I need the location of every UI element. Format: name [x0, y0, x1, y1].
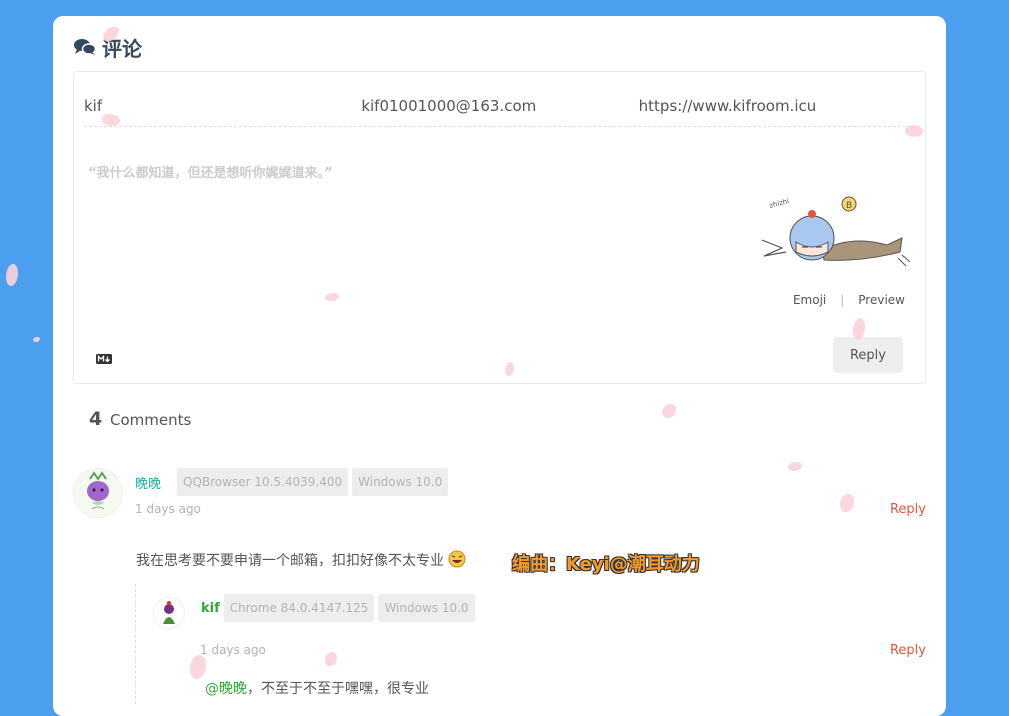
thread-divider [135, 584, 136, 704]
editor-tools: Emoji | Preview [793, 293, 905, 307]
reply-author[interactable]: kif [201, 601, 220, 616]
comment-card: 评论 B zhizhi Emoji [53, 16, 946, 716]
mascot-illustration: B zhizhi [752, 190, 912, 274]
petal-decoration [33, 337, 40, 342]
comment-text: 我在思考要不要申请一个邮箱，扣扣好像不太专业 [136, 553, 444, 569]
browser-badge: Chrome 84.0.4147.125 [223, 594, 375, 622]
identity-fields [84, 86, 916, 127]
emoji-button[interactable]: Emoji [793, 293, 826, 307]
mention-link[interactable]: @晚晚 [205, 681, 247, 697]
reply-text: ，不至于不至于嘿嘿，很专业 [247, 681, 429, 697]
preview-button[interactable]: Preview [858, 293, 905, 307]
os-badge: Windows 10.0 [352, 468, 449, 496]
comment-count-number: 4 [89, 408, 103, 430]
comment-author[interactable]: 晚晚 [135, 473, 161, 492]
avatar [73, 468, 123, 518]
comment-count: 4 Comments [89, 408, 191, 430]
os-badge: Windows 10.0 [378, 594, 475, 622]
nick-field[interactable] [84, 86, 362, 126]
svg-text:zhizhi: zhizhi [768, 197, 790, 210]
markdown-icon[interactable] [96, 349, 112, 368]
svg-text:B: B [846, 201, 852, 211]
reply-reply-link[interactable]: Reply [890, 643, 926, 658]
comment-count-label: Comments [110, 411, 192, 429]
petal-decoration [6, 264, 18, 286]
email-field[interactable] [361, 86, 639, 126]
comment-editor: B zhizhi Emoji | Preview Reply [73, 71, 926, 384]
avatar [153, 597, 185, 629]
submit-reply-button[interactable]: Reply [833, 337, 903, 373]
tools-divider: | [840, 293, 845, 307]
lyrics-overlay: 编曲：Keyi@潮耳动力 [512, 554, 700, 575]
comment-reply-link[interactable]: Reply [890, 502, 926, 517]
reply-time: 1 days ago [200, 643, 266, 657]
comments-icon [74, 38, 96, 56]
reply-body: @晚晚，不至于不至于嘿嘿，很专业 [205, 678, 429, 698]
reply-header: kif Chrome 84.0.4147.125 Windows 10.0 [201, 594, 475, 622]
comment-body: 我在思考要不要申请一个邮箱，扣扣好像不太专业 [136, 550, 466, 572]
browser-badge: QQBrowser 10.5.4039.400 [177, 468, 349, 496]
laughing-emoji-icon [448, 550, 466, 572]
comment-time: 1 days ago [135, 502, 201, 516]
comment-header: 晚晚 QQBrowser 10.5.4039.400 Windows 10.0 [135, 468, 449, 496]
website-field[interactable] [638, 86, 916, 126]
